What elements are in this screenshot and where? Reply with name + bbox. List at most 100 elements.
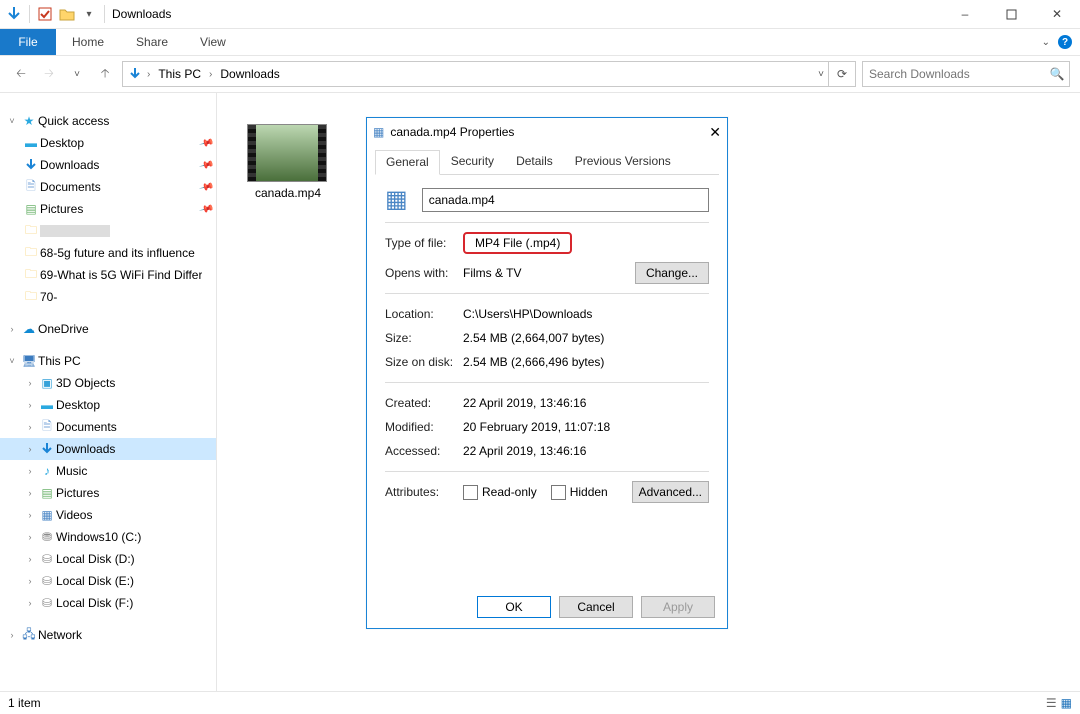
- onedrive-icon: ☁: [20, 322, 38, 336]
- qat-dropdown-icon[interactable]: ▾: [79, 4, 99, 24]
- drive-icon: ⛃: [38, 530, 56, 544]
- type-value: MP4 File (.mp4): [463, 232, 572, 254]
- type-label: Type of file:: [385, 236, 463, 250]
- video-thumbnail: [247, 124, 327, 182]
- tab-view[interactable]: View: [184, 29, 242, 55]
- tree-pc-documents[interactable]: Documents: [56, 420, 117, 434]
- tree-thispc[interactable]: This PC: [38, 354, 81, 368]
- tree-pc-desktop[interactable]: Desktop: [56, 398, 100, 412]
- folder-icon: 🗀: [22, 243, 40, 264]
- ribbon-expand-icon[interactable]: ⌄: [1042, 37, 1050, 48]
- properties-dialog: ▦ canada.mp4 Properties ✕ General Securi…: [366, 117, 728, 629]
- address-history-icon[interactable]: ˅: [818, 69, 824, 80]
- folder-icon: 🗀: [22, 221, 40, 242]
- tree-pc-music[interactable]: Music: [56, 464, 87, 478]
- this-pc-icon: 🖥: [20, 354, 38, 368]
- location-value: C:\Users\HP\Downloads: [463, 307, 592, 321]
- tab-details[interactable]: Details: [505, 149, 564, 174]
- tree-recent-3[interactable]: 70-: [40, 290, 57, 304]
- refresh-button[interactable]: ⟳: [829, 61, 856, 87]
- folder-icon: 🗀: [22, 287, 40, 308]
- search-box[interactable]: 🔍: [862, 61, 1070, 87]
- close-button[interactable]: ✕: [1034, 0, 1080, 28]
- tree-documents[interactable]: Documents: [40, 180, 101, 194]
- disk-value: 2.54 MB (2,666,496 bytes): [463, 355, 604, 369]
- pin-icon: 📌: [198, 179, 214, 195]
- tree-pictures[interactable]: Pictures: [40, 202, 83, 216]
- documents-icon: 🗎: [38, 417, 56, 438]
- tree-onedrive[interactable]: OneDrive: [38, 322, 89, 336]
- readonly-label: Read-only: [482, 485, 537, 499]
- tree-desktop[interactable]: Desktop: [40, 136, 84, 150]
- opens-label: Opens with:: [385, 266, 463, 280]
- tree-pc-pictures[interactable]: Pictures: [56, 486, 99, 500]
- advanced-button[interactable]: Advanced...: [632, 481, 709, 503]
- size-value: 2.54 MB (2,664,007 bytes): [463, 331, 604, 345]
- accessed-label: Accessed:: [385, 444, 463, 458]
- breadcrumb-folder[interactable]: Downloads: [216, 67, 283, 81]
- tree-pc-downloads[interactable]: Downloads: [56, 442, 115, 456]
- tree-pc-videos[interactable]: Videos: [56, 508, 92, 522]
- hidden-label: Hidden: [570, 485, 608, 499]
- modified-value: 20 February 2019, 11:07:18: [463, 420, 610, 434]
- search-icon[interactable]: 🔍: [1045, 67, 1069, 81]
- up-button[interactable]: 🡡: [94, 63, 116, 85]
- qat-properties-icon[interactable]: [35, 4, 55, 24]
- qat-newfolder-icon[interactable]: [57, 4, 77, 24]
- maximize-button[interactable]: [988, 0, 1034, 28]
- accessed-value: 22 April 2019, 13:46:16: [463, 444, 586, 458]
- address-bar[interactable]: › This PC › Downloads ˅: [122, 61, 829, 87]
- cancel-button[interactable]: Cancel: [559, 596, 633, 618]
- tree-pc-e[interactable]: Local Disk (E:): [56, 574, 134, 588]
- tree-quick-access[interactable]: Quick access: [38, 114, 109, 128]
- tab-home[interactable]: Home: [56, 29, 120, 55]
- documents-icon: 🗎: [22, 177, 40, 198]
- tree-downloads[interactable]: Downloads: [40, 158, 99, 172]
- file-item[interactable]: canada.mp4: [247, 124, 329, 200]
- breadcrumb-root[interactable]: This PC: [154, 67, 205, 81]
- file-type-icon: ▦: [385, 185, 408, 214]
- tree-recent-1[interactable]: 68-5g future and its influence: [40, 246, 195, 260]
- tree-network[interactable]: Network: [38, 628, 82, 642]
- tab-share[interactable]: Share: [120, 29, 184, 55]
- attributes-label: Attributes:: [385, 485, 463, 499]
- folder-icon: 🗀: [22, 265, 40, 286]
- videos-icon: ▦: [38, 508, 56, 522]
- help-icon[interactable]: ?: [1058, 35, 1072, 49]
- objects-icon: ▣: [38, 376, 56, 390]
- tree-recent-2[interactable]: 69-What is 5G WiFi Find Differ: [40, 268, 202, 282]
- readonly-checkbox[interactable]: [463, 485, 478, 500]
- search-input[interactable]: [863, 66, 1045, 82]
- apply-button[interactable]: Apply: [641, 596, 715, 618]
- file-name: canada.mp4: [247, 186, 329, 200]
- tab-general[interactable]: General: [375, 150, 440, 175]
- pin-icon: 📌: [198, 135, 214, 151]
- minimize-button[interactable]: –: [942, 0, 988, 28]
- tree-3dobjects[interactable]: 3D Objects: [56, 376, 115, 390]
- hidden-checkbox[interactable]: [551, 485, 566, 500]
- view-details-icon[interactable]: ☰: [1046, 696, 1057, 710]
- drive-icon: ⛁: [38, 552, 56, 566]
- tree-pc-f[interactable]: Local Disk (F:): [56, 596, 133, 610]
- created-label: Created:: [385, 396, 463, 410]
- tree-pc-c[interactable]: Windows10 (C:): [56, 530, 141, 544]
- dialog-title-bar[interactable]: ▦ canada.mp4 Properties ✕: [367, 118, 727, 146]
- ok-button[interactable]: OK: [477, 596, 551, 618]
- nav-tree[interactable]: ˅★Quick access ▬Desktop📌 Downloads📌 🗎Doc…: [0, 92, 217, 692]
- tree-recent-redacted[interactable]: [40, 225, 110, 237]
- file-tab[interactable]: File: [0, 29, 56, 55]
- pin-icon: 📌: [198, 157, 214, 173]
- back-button[interactable]: 🡠: [10, 63, 32, 85]
- tab-security[interactable]: Security: [440, 149, 505, 174]
- recent-locations-button[interactable]: ˅: [66, 63, 88, 85]
- size-label: Size:: [385, 331, 463, 345]
- dialog-tabs: General Security Details Previous Versio…: [375, 148, 719, 175]
- filename-input[interactable]: [422, 188, 709, 212]
- tree-pc-d[interactable]: Local Disk (D:): [56, 552, 135, 566]
- tab-previous-versions[interactable]: Previous Versions: [564, 149, 682, 174]
- change-button[interactable]: Change...: [635, 262, 709, 284]
- dialog-close-button[interactable]: ✕: [709, 124, 721, 141]
- view-large-icons-icon[interactable]: ▦: [1061, 696, 1072, 710]
- network-icon: 🖧: [20, 625, 38, 646]
- pictures-icon: ▤: [22, 202, 40, 216]
